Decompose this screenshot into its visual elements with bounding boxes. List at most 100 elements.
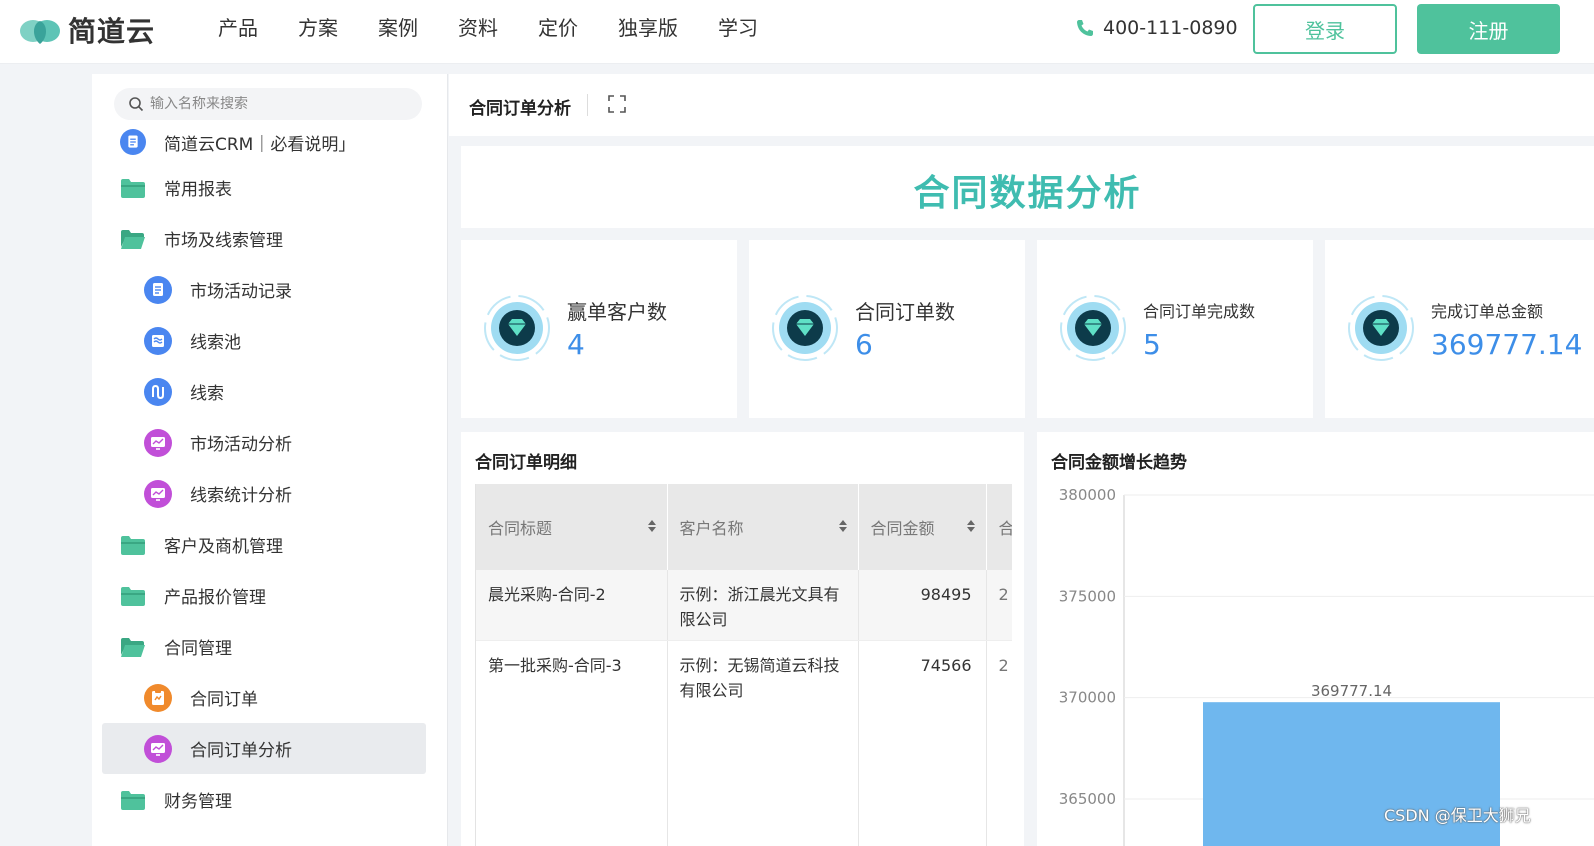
kpi-card-contract-orders: 合同订单数 6 bbox=[749, 240, 1025, 418]
sidebar-search[interactable] bbox=[114, 88, 422, 120]
brand-logo[interactable]: 简道云 bbox=[18, 10, 155, 50]
column-header-title[interactable]: 合同标题 bbox=[476, 484, 668, 570]
folder-open-icon bbox=[120, 633, 146, 661]
document-icon bbox=[120, 128, 146, 156]
amount-trend-panel: 合同金额增长趋势 380000 375000 370000 365000 369777.… bbox=[1037, 432, 1594, 846]
sidebar-item-label: 市场活动分析 bbox=[190, 435, 292, 455]
search-icon bbox=[129, 97, 144, 112]
sidebar-item-active[interactable]: 合同订单分析 bbox=[102, 723, 426, 774]
contact-phone[interactable]: 400-111-0890 bbox=[1075, 14, 1238, 42]
banner-card: 合同数据分析 bbox=[461, 146, 1594, 228]
kpi-card-won-customers: 赢单客户数 4 bbox=[461, 240, 737, 418]
phone-icon bbox=[1077, 20, 1093, 36]
sidebar-item[interactable]: 合同管理 bbox=[92, 621, 447, 672]
logo-icon bbox=[20, 20, 60, 44]
panel-title: 合同订单明细 bbox=[475, 453, 577, 473]
kpi-value: 369777.14 bbox=[1431, 328, 1583, 361]
folder-icon bbox=[120, 174, 146, 202]
sidebar-item[interactable]: 市场活动记录 bbox=[92, 264, 447, 315]
sidebar-item[interactable]: 常用报表 bbox=[92, 162, 447, 213]
table-row[interactable]: 晨光采购-合同-2 示例：浙江晨光文具有限公司 98495 2 bbox=[476, 570, 1012, 641]
kpi-label: 赢单客户数 bbox=[567, 300, 667, 324]
sidebar-item[interactable]: 线索 bbox=[92, 366, 447, 417]
nav-item-product[interactable]: 产品 bbox=[218, 14, 258, 42]
dashboard-header: 合同订单分析 bbox=[449, 74, 1594, 136]
nav-item-solution[interactable]: 方案 bbox=[298, 14, 338, 42]
bar-data-label: 369777.14 bbox=[1311, 682, 1392, 700]
header-divider bbox=[587, 94, 588, 116]
y-tick-label: 365000 bbox=[1059, 790, 1116, 808]
diamond-badge-icon bbox=[1348, 295, 1414, 361]
dashboard-icon bbox=[144, 734, 172, 763]
search-input[interactable] bbox=[150, 96, 410, 112]
sidebar-item-label: 线索池 bbox=[190, 333, 241, 353]
watermark: CSDN @保卫大狮兄 bbox=[1384, 806, 1531, 825]
kpi-card-total-amount: 完成订单总金额 369777.14 bbox=[1325, 240, 1594, 418]
sidebar-item-label: 合同管理 bbox=[164, 639, 232, 659]
nav-item-pricing[interactable]: 定价 bbox=[538, 14, 578, 42]
folder-icon bbox=[120, 786, 146, 814]
kpi-label: 完成订单总金额 bbox=[1431, 302, 1544, 321]
sidebar-item-label: 常用报表 bbox=[164, 180, 232, 200]
sort-icon[interactable] bbox=[647, 518, 657, 534]
main-menu: 产品 方案 案例 资料 定价 独享版 学习 bbox=[218, 14, 798, 42]
sidebar-item-label: 市场活动记录 bbox=[190, 282, 292, 302]
diamond-badge-icon bbox=[772, 295, 838, 361]
top-navbar: 简道云 产品 方案 案例 资料 定价 独享版 学习 400-111-0890 登… bbox=[0, 0, 1594, 64]
sort-icon[interactable] bbox=[838, 518, 848, 534]
sidebar-item[interactable]: 客户及商机管理 bbox=[92, 519, 447, 570]
dashboard-icon bbox=[144, 428, 172, 457]
cell-title: 第一批采购-合同-3 bbox=[476, 640, 668, 846]
order-detail-panel: 合同订单明细 合同标题 客户名称 合同金额 合 晨光采购-合同-2 示例：浙江晨… bbox=[461, 432, 1024, 846]
table-header-row: 合同标题 客户名称 合同金额 合 bbox=[476, 484, 1012, 570]
sidebar-item-label: 合同订单分析 bbox=[190, 741, 292, 761]
diamond-badge-icon bbox=[1060, 295, 1126, 361]
column-header-truncated[interactable]: 合 bbox=[986, 484, 1012, 570]
form-icon bbox=[144, 275, 172, 304]
sort-icon[interactable] bbox=[966, 518, 976, 534]
sidebar-item[interactable]: 合同订单 bbox=[92, 672, 447, 723]
banner-title: 合同数据分析 bbox=[913, 173, 1142, 214]
sidebar-item-label: 市场及线索管理 bbox=[164, 231, 283, 251]
cell-title: 晨光采购-合同-2 bbox=[476, 570, 668, 641]
login-button[interactable]: 登录 bbox=[1253, 4, 1397, 54]
cell-amount: 74566 bbox=[858, 640, 987, 846]
cell-truncated: 2 bbox=[986, 570, 1012, 641]
register-button[interactable]: 注册 bbox=[1417, 4, 1560, 54]
cell-amount: 98495 bbox=[858, 570, 987, 641]
nav-item-private-edition[interactable]: 独享版 bbox=[618, 14, 678, 42]
order-icon bbox=[144, 683, 172, 712]
sidebar-item-label: 客户及商机管理 bbox=[164, 537, 283, 557]
sidebar-item[interactable]: 产品报价管理 bbox=[92, 570, 447, 621]
column-header-amount[interactable]: 合同金额 bbox=[858, 484, 987, 570]
sidebar-item[interactable]: 简道云CRM｜必看说明｣ bbox=[92, 122, 447, 162]
kpi-value: 5 bbox=[1143, 328, 1161, 361]
sidebar-item[interactable]: 财务管理 bbox=[92, 774, 447, 825]
sidebar-item-label: 简道云CRM｜必看说明｣ bbox=[164, 134, 347, 155]
kpi-value: 6 bbox=[855, 328, 873, 361]
cell-customer: 示例：浙江晨光文具有限公司 bbox=[667, 570, 859, 641]
order-table: 合同标题 客户名称 合同金额 合 晨光采购-合同-2 示例：浙江晨光文具有限公司… bbox=[475, 484, 1012, 846]
sidebar-item[interactable]: 市场及线索管理 bbox=[92, 213, 447, 264]
phone-number: 400-111-0890 bbox=[1103, 17, 1238, 39]
table-row[interactable]: 第一批采购-合同-3 示例：无锡简道云科技有限公司 74566 2 bbox=[476, 640, 1012, 846]
sidebar-item-label: 合同订单 bbox=[190, 690, 258, 710]
nav-item-cases[interactable]: 案例 bbox=[378, 14, 418, 42]
fullscreen-icon[interactable] bbox=[607, 94, 627, 114]
folder-open-icon bbox=[120, 225, 146, 253]
nav-item-resources[interactable]: 资料 bbox=[458, 14, 498, 42]
sidebar-item[interactable]: 线索池 bbox=[92, 315, 447, 366]
folder-icon bbox=[120, 531, 146, 559]
column-header-customer[interactable]: 客户名称 bbox=[667, 484, 859, 570]
folder-icon bbox=[120, 582, 146, 610]
flow-icon bbox=[144, 377, 172, 406]
kpi-label: 合同订单数 bbox=[855, 300, 955, 324]
list-icon bbox=[144, 326, 172, 355]
app-sidebar: 简道云CRM｜必看说明｣ 常用报表市场及线索管理市场活动记录线索池线索市场活动分析… bbox=[92, 74, 448, 846]
sidebar-item-label: 线索 bbox=[190, 384, 224, 404]
nav-item-learn[interactable]: 学习 bbox=[718, 14, 758, 42]
sidebar-item[interactable]: 线索统计分析 bbox=[92, 468, 447, 519]
kpi-label: 合同订单完成数 bbox=[1143, 302, 1256, 321]
trend-chart: 380000 375000 370000 365000 369777.14 bbox=[1059, 486, 1594, 846]
sidebar-item[interactable]: 市场活动分析 bbox=[92, 417, 447, 468]
